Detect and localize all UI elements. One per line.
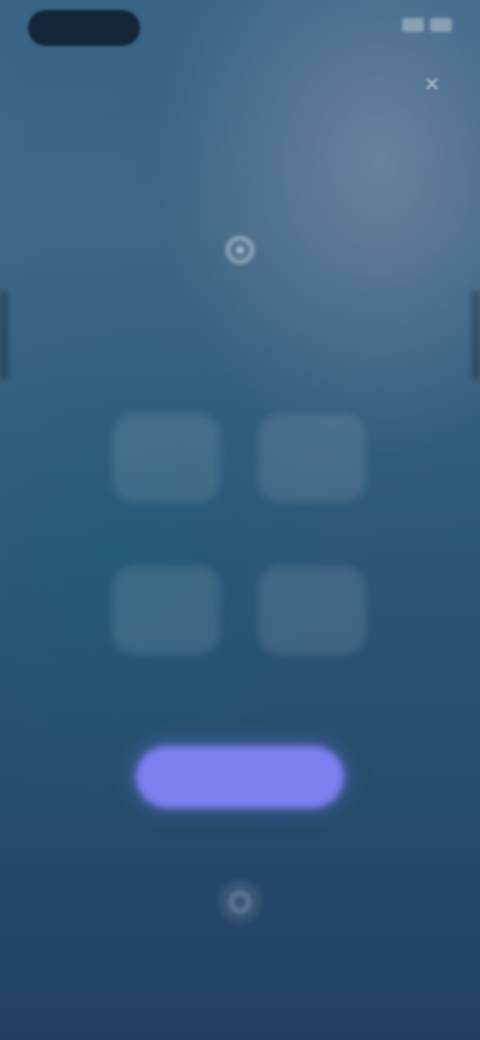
left-edge-handle[interactable] bbox=[0, 290, 8, 380]
option-card-1[interactable] bbox=[112, 414, 220, 502]
option-card-3[interactable] bbox=[112, 566, 220, 654]
signal-icon bbox=[402, 18, 424, 32]
status-icons bbox=[402, 18, 452, 32]
option-card-2[interactable] bbox=[258, 414, 366, 502]
battery-icon bbox=[430, 18, 452, 32]
primary-action-button[interactable] bbox=[136, 746, 344, 808]
right-edge-handle[interactable] bbox=[472, 290, 480, 380]
status-bar bbox=[28, 10, 452, 50]
sparkle-icon bbox=[216, 226, 264, 274]
info-icon bbox=[230, 892, 250, 912]
footer-button[interactable] bbox=[218, 880, 262, 924]
close-button[interactable]: ✕ bbox=[418, 70, 446, 98]
status-time-pill bbox=[28, 10, 140, 46]
option-card-4[interactable] bbox=[258, 566, 366, 654]
close-icon: ✕ bbox=[423, 73, 441, 96]
